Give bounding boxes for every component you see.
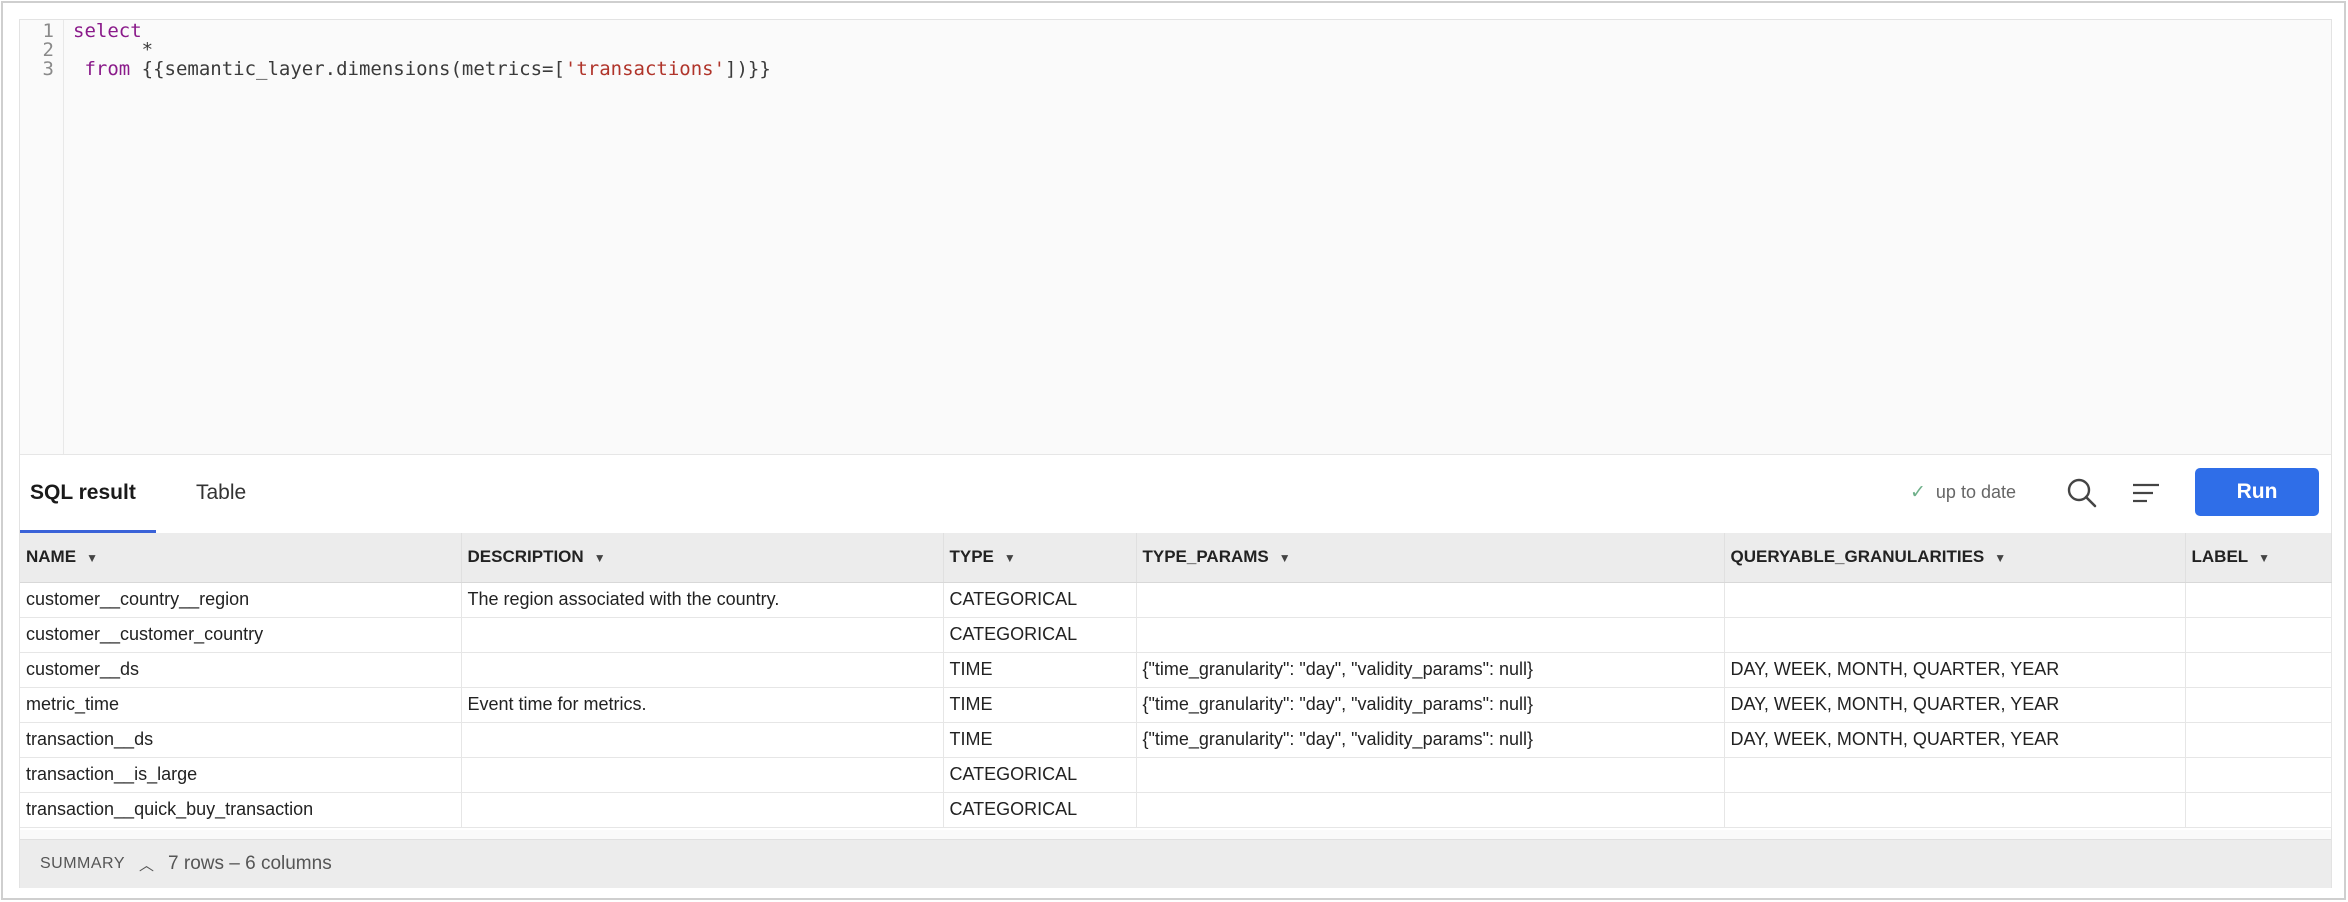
table-cell [1136,582,1725,618]
column-header-label: DESCRIPTION [467,547,584,567]
table-cell [1724,757,2186,793]
table-cell [461,652,944,688]
line-number: 3 [42,58,54,80]
table-cell: transaction__ds [20,722,462,758]
table-row[interactable]: customer__ds TIME {"time_granularity": "… [20,652,2332,688]
table-cell: {"time_granularity": "day", "validity_pa… [1136,652,1725,688]
code-editor[interactable]: 1 2 3 select * from {{semantic_layer.dim… [20,20,2331,454]
table-cell: {"time_granularity": "day", "validity_pa… [1136,722,1725,758]
column-header-description[interactable]: DESCRIPTION ▼ [461,533,944,583]
tab-sql-result[interactable]: SQL result [30,481,136,505]
caret-down-icon[interactable]: ▼ [86,551,98,565]
table-cell [1136,617,1725,653]
column-header-label: TYPE [949,547,994,567]
table-cell [461,617,944,653]
code-area[interactable]: select * from {{semantic_layer.dimension… [73,20,2331,454]
chevron-up-icon[interactable]: ︿ [139,854,154,875]
table-cell [2185,617,2332,653]
caret-down-icon[interactable]: ▼ [1279,551,1291,565]
column-header-label: NAME [26,547,77,567]
result-toolbar: SQL result Table ✓ up to date Run [20,454,2331,533]
result-table-container: NAME ▼ DESCRIPTION ▼ TYPE ▼ TYPE_PARAMS ▼ QU… [20,533,2332,830]
run-status: ✓ up to date [1910,481,2016,504]
table-cell [1136,757,1725,793]
table-cell [2185,582,2332,618]
line-number-gutter: 1 2 3 [20,20,64,454]
sql-panel: 1 2 3 select * from {{semantic_layer.dim… [19,19,2332,888]
table-row[interactable]: transaction__quick_buy_transaction CATEG… [20,792,2332,828]
table-cell [2185,757,2332,793]
table-cell [2185,687,2332,723]
tab-table[interactable]: Table [196,481,246,505]
column-header-label: QUERYABLE_GRANULARITIES [1730,547,1985,567]
keyword-token: from [73,58,131,80]
table-cell: Event time for metrics. [461,687,944,723]
caret-down-icon[interactable]: ▼ [594,551,606,565]
table-row[interactable]: customer__country__region The region ass… [20,582,2332,618]
table-cell: {"time_granularity": "day", "validity_pa… [1136,687,1725,723]
app-frame: 1 2 3 select * from {{semantic_layer.dim… [1,1,2346,900]
table-cell: CATEGORICAL [943,757,1137,793]
code-token: {{semantic_layer.dimensions(metrics=[ [130,58,565,80]
table-cell [1136,792,1725,828]
table-cell [2185,792,2332,828]
column-header-name[interactable]: NAME ▼ [20,533,462,583]
table-cell: The region associated with the country. [461,582,944,618]
format-lines-icon[interactable] [2128,475,2164,511]
summary-label: SUMMARY [40,855,125,872]
summary-info: 7 rows – 6 columns [168,853,332,874]
table-cell [1724,617,2186,653]
table-row[interactable]: metric_time Event time for metrics. TIME… [20,687,2332,723]
table-cell: TIME [943,687,1137,723]
caret-down-icon[interactable]: ▼ [1994,551,2006,565]
search-icon[interactable] [2064,475,2100,511]
table-cell [1724,582,2186,618]
table-header-row: NAME ▼ DESCRIPTION ▼ TYPE ▼ TYPE_PARAMS ▼ QU… [20,533,2332,583]
table-cell: customer__customer_country [20,617,462,653]
caret-down-icon[interactable]: ▼ [1004,551,1016,565]
table-cell: CATEGORICAL [943,617,1137,653]
column-header-queryable-granularities[interactable]: QUERYABLE_GRANULARITIES ▼ [1724,533,2186,583]
table-cell: CATEGORICAL [943,792,1137,828]
check-icon: ✓ [1910,482,1926,503]
table-row[interactable]: transaction__ds TIME {"time_granularity"… [20,722,2332,758]
table-cell: transaction__is_large [20,757,462,793]
string-token: 'transactions' [564,58,726,80]
table-cell [1724,792,2186,828]
table-cell: CATEGORICAL [943,582,1137,618]
code-line: from {{semantic_layer.dimensions(metrics… [73,58,771,80]
table-cell [2185,722,2332,758]
column-header-label: TYPE_PARAMS [1142,547,1269,567]
code-token: ])}} [725,58,771,80]
table-row[interactable]: transaction__is_large CATEGORICAL [20,757,2332,793]
table-cell: TIME [943,652,1137,688]
column-header-type[interactable]: TYPE ▼ [943,533,1137,583]
column-header-type-params[interactable]: TYPE_PARAMS ▼ [1136,533,1725,583]
table-row[interactable]: customer__customer_country CATEGORICAL [20,617,2332,653]
table-cell: metric_time [20,687,462,723]
column-header-label: LABEL [2191,547,2249,567]
table-cell: customer__ds [20,652,462,688]
column-header-label[interactable]: LABEL ▼ [2185,533,2332,583]
summary-bar[interactable]: SUMMARY ︿ 7 rows – 6 columns [20,839,2331,888]
table-cell: customer__country__region [20,582,462,618]
table-cell [461,757,944,793]
result-table: NAME ▼ DESCRIPTION ▼ TYPE ▼ TYPE_PARAMS ▼ QU… [20,533,2332,828]
table-cell: DAY, WEEK, MONTH, QUARTER, YEAR [1724,687,2186,723]
table-cell: transaction__quick_buy_transaction [20,792,462,828]
table-cell [461,722,944,758]
run-button[interactable]: Run [2195,468,2319,516]
caret-down-icon[interactable]: ▼ [2258,551,2270,565]
status-text: up to date [1935,482,2016,502]
table-cell [2185,652,2332,688]
table-cell: DAY, WEEK, MONTH, QUARTER, YEAR [1724,722,2186,758]
table-cell [461,792,944,828]
table-cell: TIME [943,722,1137,758]
table-cell: DAY, WEEK, MONTH, QUARTER, YEAR [1724,652,2186,688]
